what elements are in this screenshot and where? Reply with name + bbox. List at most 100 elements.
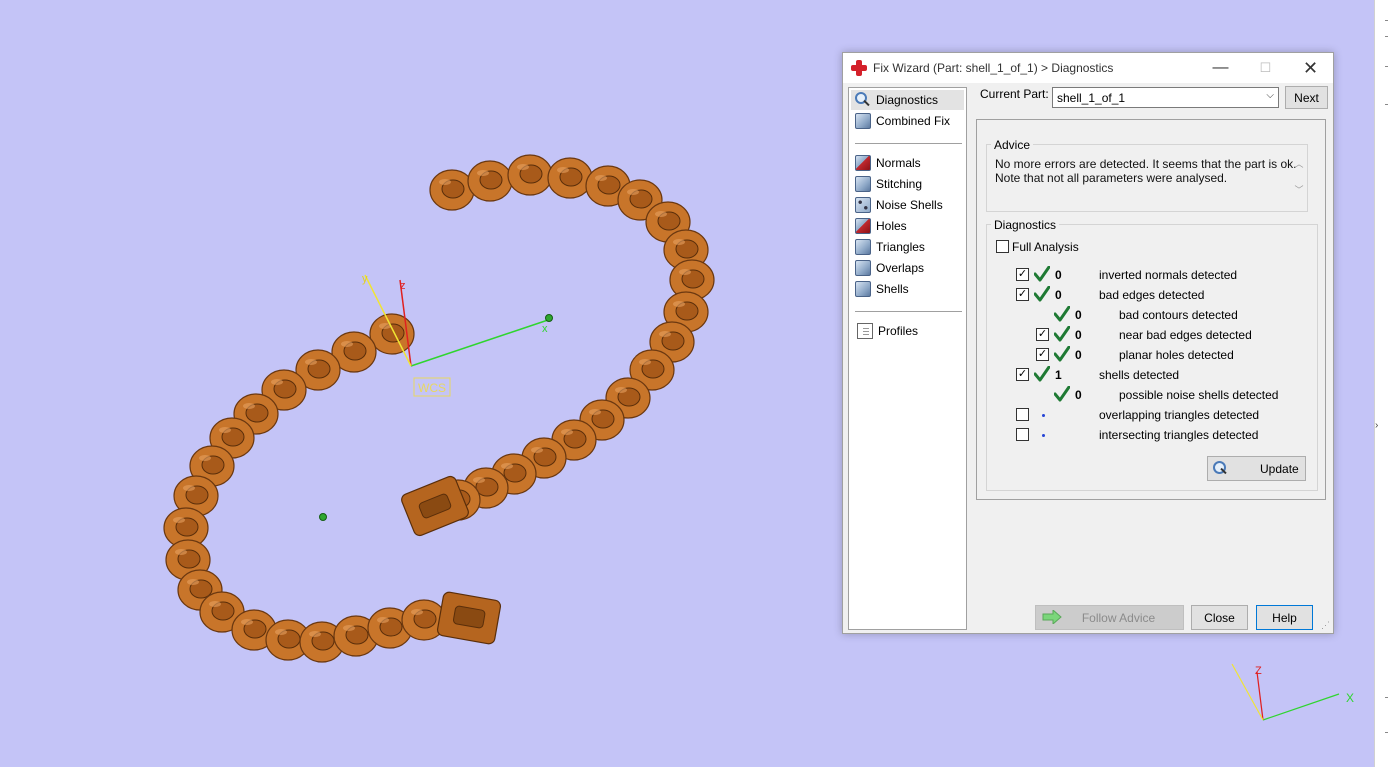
diagnostic-count: 0 [1075, 328, 1082, 342]
fix-wizard-dialog: Fix Wizard (Part: shell_1_of_1) > Diagno… [842, 52, 1334, 634]
follow-advice-button: Follow Advice [1035, 605, 1184, 630]
diagnostic-label: bad contours detected [1119, 308, 1238, 322]
check-icon [1053, 325, 1071, 342]
triad-z-label: Z [1255, 665, 1262, 677]
update-button[interactable]: Update [1207, 456, 1306, 481]
advice-line-1: No more errors are detected. It seems th… [995, 157, 1297, 171]
chain-link [429, 169, 475, 211]
chain-end-bracket-bottom [436, 591, 502, 645]
sidebar-item-label: Profiles [878, 324, 919, 338]
sidebar-item-label: Shells [876, 282, 909, 296]
sidebar-item-shells[interactable]: Shells [851, 279, 964, 299]
diagnostic-count: 0 [1055, 268, 1062, 282]
chain-link [467, 160, 513, 202]
scroll-up-icon[interactable]: ︿ [1291, 157, 1307, 171]
diagnostic-checkbox[interactable]: ✓ [1016, 268, 1029, 281]
sidebar-separator [855, 143, 962, 144]
help-button[interactable]: Help [1256, 605, 1313, 630]
fix-wizard-sidebar: Diagnostics Combined Fix Normals Stitchi… [848, 87, 967, 630]
diagnostic-label: near bad edges detected [1119, 328, 1252, 342]
advice-scrollbar[interactable]: ︿ ﹀ [1291, 157, 1307, 205]
full-analysis-checkbox[interactable] [996, 240, 1009, 253]
sidebar-item-label: Overlaps [876, 261, 925, 275]
diagnostic-checkbox[interactable]: ✓ [1016, 368, 1029, 381]
diagnostic-checkbox[interactable]: ✓ [1016, 288, 1029, 301]
pending-dot-icon [1042, 434, 1045, 437]
noise-cube-icon [855, 197, 871, 213]
sidebar-item-label: Combined Fix [876, 114, 951, 128]
orientation-triad: X Z [1231, 663, 1354, 721]
dialog-title: Fix Wizard (Part: shell_1_of_1) > Diagno… [873, 61, 1114, 75]
diagnostic-checkbox[interactable] [1016, 428, 1029, 441]
normals-cube-icon [855, 155, 871, 171]
diagnostic-checkbox[interactable] [1016, 408, 1029, 421]
follow-advice-label: Follow Advice [1081, 610, 1156, 625]
chain-link [507, 154, 553, 196]
close-button[interactable]: Close [1191, 605, 1248, 630]
holes-cube-icon [855, 218, 871, 234]
sidebar-item-noise-shells[interactable]: Noise Shells [851, 195, 964, 215]
diagnostic-label: bad edges detected [1099, 288, 1205, 302]
magnifier-icon [855, 92, 871, 108]
wcs-label: WCS [418, 381, 446, 395]
full-analysis-label: Full Analysis [1012, 240, 1079, 254]
diagnostic-label: inverted normals detected [1099, 268, 1238, 282]
pivot-marker [319, 513, 327, 521]
diagnostic-count: 0 [1075, 388, 1082, 402]
sidebar-item-triangles[interactable]: Triangles [851, 237, 964, 257]
advice-line-2: Note that not all parameters were analys… [995, 171, 1228, 185]
check-icon [1053, 345, 1071, 362]
sidebar-item-label: Stitching [876, 177, 923, 191]
scroll-down-icon[interactable]: ﹀ [1291, 183, 1307, 197]
dialog-titlebar[interactable]: Fix Wizard (Part: shell_1_of_1) > Diagno… [843, 53, 1333, 83]
minimize-button[interactable]: — [1198, 53, 1243, 83]
sidebar-item-label: Diagnostics [876, 93, 939, 107]
sidebar-separator [855, 311, 962, 312]
diagnostic-checkbox[interactable]: ✓ [1036, 348, 1049, 361]
sidebar-item-normals[interactable]: Normals [851, 153, 964, 173]
check-icon [1053, 305, 1071, 322]
close-window-button[interactable]: ✕ [1288, 53, 1333, 83]
diagnostic-label: shells detected [1099, 368, 1180, 382]
check-icon [1053, 385, 1071, 402]
next-button[interactable]: Next [1285, 86, 1328, 109]
chain-link [547, 157, 593, 199]
advice-title: Advice [991, 138, 1034, 152]
magnifier-icon [1212, 460, 1230, 478]
sidebar-item-overlaps[interactable]: Overlaps [851, 258, 964, 278]
axis-x-label: x [542, 323, 548, 335]
axis-y-label: y [362, 273, 368, 285]
sidebar-item-label: Triangles [876, 240, 925, 254]
sidebar-item-profiles[interactable]: Profiles [851, 321, 964, 341]
diagnostics-title: Diagnostics [991, 218, 1060, 232]
sidebar-item-combined-fix[interactable]: Combined Fix [851, 111, 964, 131]
check-icon [1033, 365, 1051, 382]
sidebar-item-label: Noise Shells [876, 198, 943, 212]
advice-text: No more errors are detected. It seems th… [995, 157, 1307, 207]
diagnostic-label: overlapping triangles detected [1099, 408, 1260, 422]
pending-dot-icon [1042, 414, 1045, 417]
diagnostic-count: 1 [1055, 368, 1062, 382]
collapse-arrow-icon[interactable]: › [1375, 420, 1381, 434]
current-part-label: Current Part: [980, 87, 1049, 101]
diagnostic-checkbox[interactable]: ✓ [1036, 328, 1049, 341]
cube-icon [855, 113, 871, 129]
chain-model[interactable] [163, 154, 715, 663]
cube-icon [855, 176, 871, 192]
sidebar-item-stitching[interactable]: Stitching [851, 174, 964, 194]
check-icon [1033, 285, 1051, 302]
document-icon [857, 323, 873, 339]
diagnostic-count: 0 [1055, 288, 1062, 302]
sidebar-item-label: Normals [876, 156, 921, 170]
check-icon [1033, 265, 1051, 282]
diagnostic-count: 0 [1075, 308, 1082, 322]
app-cross-icon [851, 60, 867, 76]
current-part-select[interactable]: shell_1_of_1 ⌵ [1052, 87, 1279, 108]
axis-z-label: z [400, 280, 406, 292]
arrow-right-icon [1042, 608, 1062, 626]
sidebar-item-holes[interactable]: Holes [851, 216, 964, 236]
resize-grip-icon[interactable]: ⋰ [1321, 621, 1331, 631]
sidebar-item-label: Holes [876, 219, 907, 233]
diagnostic-count: 0 [1075, 348, 1082, 362]
sidebar-item-diagnostics[interactable]: Diagnostics [851, 90, 964, 110]
